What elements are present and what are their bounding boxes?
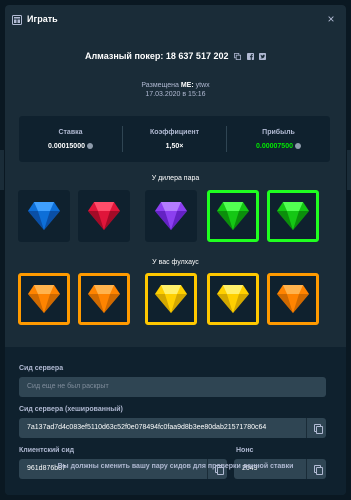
orange-gem-icon (28, 285, 60, 313)
dealer-gem-card (18, 190, 70, 242)
dealer-gem-card (78, 190, 130, 242)
player-gem-card (145, 273, 197, 325)
stat-bet: Ставка 0.00015000 (19, 116, 122, 162)
player-gem-card (18, 273, 70, 325)
stat-profit: Прибыль 0.00007500 (227, 116, 330, 162)
stat-profit-label: Прибыль (262, 129, 295, 136)
red-gem-icon (88, 202, 120, 230)
dealer-gem-card (207, 190, 259, 242)
stat-bet-value: 0.00015000 (19, 143, 122, 150)
footer-note: Вы должны сменить вашу пару сидов для пр… (57, 463, 294, 470)
nonce-label: Нонс (236, 447, 254, 454)
placed-date: 17.03.2020 в 15:16 (145, 91, 206, 98)
hashed-seed-input[interactable]: 7a137ad7d4c083ef5110d63c52f0e078494fc0fa… (19, 418, 306, 438)
bitcoin-coin-icon (294, 143, 301, 149)
stat-multiplier-value: 1,50× (165, 143, 184, 150)
placed-info: Размещена ME: ytwx 17.03.2020 в 15:16 (5, 81, 346, 99)
hashed-seed-label: Сид сервера (хешированный) (19, 406, 123, 413)
stat-multiplier-label: Коэффициент (149, 129, 200, 136)
player-hand-label: У вас фулхаус (152, 259, 199, 266)
green-gem-icon (217, 202, 249, 230)
bet-stats-panel: Ставка 0.00015000 Коэффициент 1,50× Приб… (19, 116, 330, 162)
facebook-icon[interactable] (246, 53, 254, 60)
dealer-gem-card (267, 190, 319, 242)
orange-gem-icon (88, 285, 120, 313)
client-seed-label: Клиентский сид (19, 447, 75, 454)
purple-gem-icon (155, 202, 187, 230)
stat-profit-value: 0.00007500 (227, 143, 330, 150)
yellow-gem-icon (217, 285, 249, 313)
player-gem-card (78, 273, 130, 325)
bet-details-modal: Играть × Алмазный покер: 18 637 517 202 … (5, 5, 346, 495)
dealer-gem-card (145, 190, 197, 242)
placed-prefix: Размещена (141, 82, 179, 89)
background-panel-edge (347, 150, 351, 190)
stat-multiplier: Коэффициент 1,50× (123, 116, 226, 162)
game-title-text: Алмазный покер: 18 637 517 202 (84, 51, 229, 61)
copy-button[interactable] (306, 418, 326, 438)
yellow-gem-icon (155, 285, 187, 313)
copy-icon[interactable] (234, 53, 241, 60)
stat-bet-label: Ставка (58, 129, 83, 136)
placed-user-me: ME: (180, 82, 194, 89)
close-icon[interactable]: × (325, 13, 337, 25)
twitter-icon[interactable] (259, 53, 267, 60)
player-gem-card (267, 273, 319, 325)
modal-title: Играть (27, 14, 58, 24)
game-title: Алмазный покер: 18 637 517 202 (5, 51, 346, 61)
dealer-hand-label: У дилера пара (151, 175, 200, 182)
bitcoin-coin-icon (86, 143, 93, 149)
server-seed-label: Сид сервера (19, 365, 64, 372)
stat-bet-amount: 0.00015000 (48, 143, 85, 150)
blue-gem-icon (28, 202, 60, 230)
modal-header: Играть × (5, 5, 346, 37)
stat-profit-amount: 0.00007500 (256, 143, 293, 150)
placed-user[interactable]: ytwx (196, 82, 210, 89)
green-gem-icon (277, 202, 309, 230)
copy-icon-front (316, 426, 323, 434)
fairness-panel: Сид сервера Сид еще не был раскрыт Сид с… (5, 347, 346, 495)
game-table-icon (12, 15, 22, 25)
orange-gem-icon (277, 285, 309, 313)
background-panel-edge (0, 150, 4, 190)
server-seed-input[interactable]: Сид еще не был раскрыт (19, 377, 326, 397)
player-gem-card (207, 273, 259, 325)
